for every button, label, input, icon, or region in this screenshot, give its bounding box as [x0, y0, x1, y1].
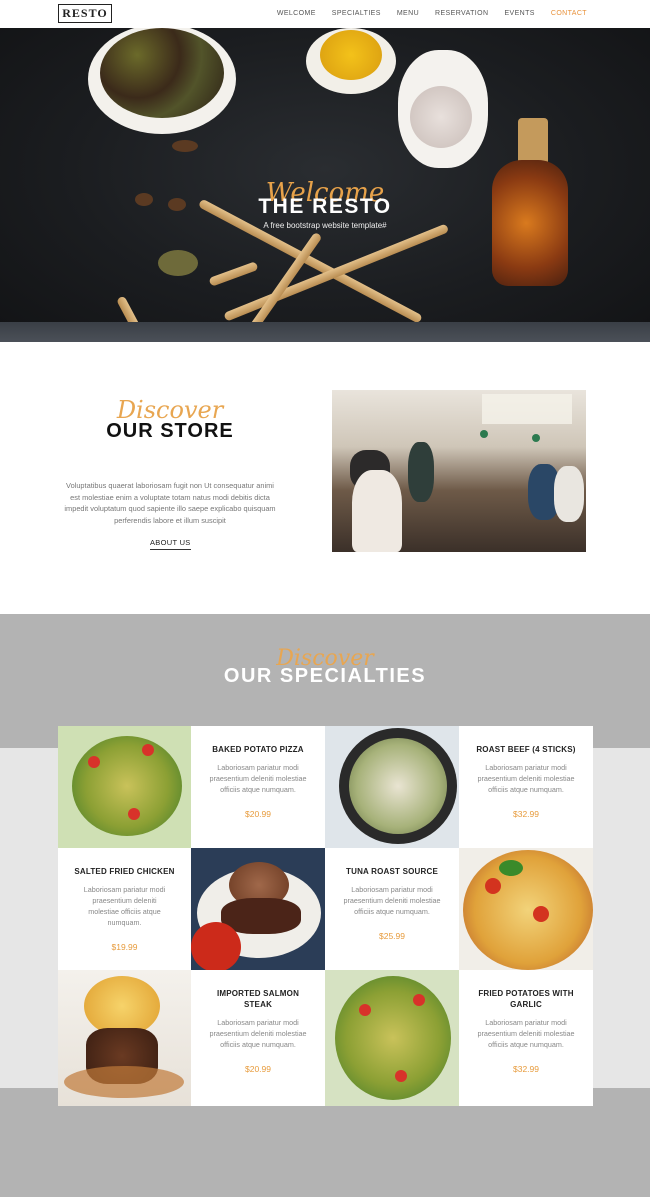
about-title: OUR STORE: [106, 420, 234, 442]
hero-banner: Welcome THE RESTO A free bootstrap websi…: [0, 28, 650, 342]
dish-image-steak-tower: [58, 970, 191, 1106]
main-menu: WELCOME SPECIALTIES MENU RESERVATION EVE…: [277, 10, 587, 17]
dish-card-salted-fried-chicken[interactable]: SALTED FRIED CHICKEN Laboriosam pariatur…: [58, 848, 191, 970]
dish-price: $19.99: [111, 942, 138, 952]
nav-specialties[interactable]: SPECIALTIES: [332, 10, 381, 17]
dish-price: $20.99: [245, 809, 271, 819]
about-text: Voluptatibus quaerat laboriosam fugit no…: [64, 481, 276, 525]
dish-price: $32.99: [513, 1064, 539, 1074]
breadstick-image: [208, 261, 259, 287]
dish-name: FRIED POTATOES WITH GARLIC: [478, 989, 574, 1009]
dish-image-pasta-salad-2: [325, 970, 459, 1106]
top-navbar: RESTO WELCOME SPECIALTIES MENU RESERVATI…: [0, 0, 650, 28]
specialties-grid: BAKED POTATO PIZZA Laboriosam pariatur m…: [58, 726, 593, 1106]
store-interior-image: [332, 390, 586, 552]
olive-image: [158, 250, 198, 276]
dish-card-baked-potato-pizza[interactable]: BAKED POTATO PIZZA Laboriosam pariatur m…: [191, 726, 325, 848]
dish-card-tuna-roast-source[interactable]: TUNA ROAST SOURCE Laboriosam pariatur mo…: [325, 848, 459, 970]
specialties-title: OUR SPECIALTIES: [223, 665, 427, 687]
dish-description: Laboriosam pariatur modi praesentium del…: [83, 885, 166, 927]
olive-image: [172, 140, 198, 152]
salt-image: [410, 86, 472, 148]
about-section: Discover OUR STORE Voluptatibus quaerat …: [0, 342, 650, 614]
nav-welcome[interactable]: WELCOME: [277, 10, 316, 17]
dish-description: Laboriosam pariatur modi praesentium del…: [343, 885, 441, 916]
dish-price: $25.99: [379, 931, 405, 941]
dish-image-rice-plate: [191, 848, 325, 970]
site-logo[interactable]: RESTO: [58, 4, 112, 23]
dish-description: Laboriosam pariatur modi praesentium del…: [477, 1018, 575, 1049]
dish-card-imported-salmon-steak[interactable]: IMPORTED SALMON STEAK Laboriosam pariatu…: [191, 970, 325, 1106]
dish-price: $20.99: [245, 1064, 271, 1074]
nav-reservation[interactable]: RESERVATION: [435, 10, 488, 17]
about-us-button[interactable]: ABOUT US: [150, 538, 191, 550]
dish-image-pasta-salad: [58, 726, 191, 848]
hero-bottom-strip: [0, 322, 650, 342]
dish-price: $32.99: [513, 809, 539, 819]
hero-title: THE RESTO: [258, 195, 392, 218]
nav-contact[interactable]: CONTACT: [551, 10, 587, 17]
dish-name: SALTED FRIED CHICKEN: [74, 867, 175, 876]
dish-image-pizza: [459, 848, 593, 970]
nav-events[interactable]: EVENTS: [504, 10, 534, 17]
dish-name: IMPORTED SALMON STEAK: [216, 989, 300, 1009]
dish-image-skillet: [325, 726, 459, 848]
dish-description: Laboriosam pariatur modi praesentium del…: [477, 763, 575, 794]
dish-description: Laboriosam pariatur modi praesentium del…: [209, 1018, 307, 1049]
dish-name: TUNA ROAST SOURCE: [346, 867, 438, 876]
hero-subtitle: A free bootstrap website template#: [263, 221, 387, 230]
nav-menu[interactable]: MENU: [397, 10, 419, 17]
dish-card-fried-potatoes-with-garlic[interactable]: FRIED POTATOES WITH GARLIC Laboriosam pa…: [459, 970, 593, 1106]
dish-name: BAKED POTATO PIZZA: [212, 745, 304, 754]
olive-oil-image: [320, 30, 382, 80]
dish-description: Laboriosam pariatur modi praesentium del…: [209, 763, 307, 794]
olives-image: [100, 28, 224, 118]
dish-name: ROAST BEEF (4 STICKS): [476, 745, 576, 754]
dish-card-roast-beef[interactable]: ROAST BEEF (4 STICKS) Laboriosam pariatu…: [459, 726, 593, 848]
